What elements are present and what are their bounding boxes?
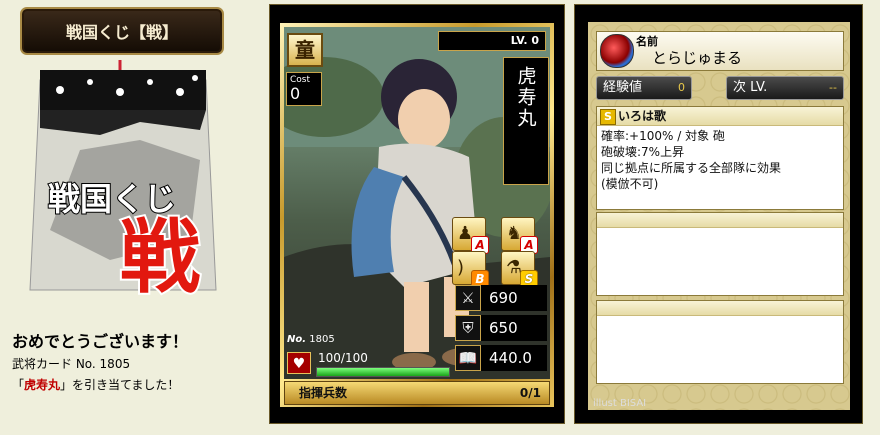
hp-bar-fill: [317, 368, 449, 376]
skill-cavalry: ♞ A: [501, 217, 538, 254]
skill-rank-badge: S: [600, 109, 616, 125]
empty-skill-slot: [596, 300, 844, 384]
kuji-card-image: 戦国くじ 戦: [20, 60, 226, 306]
exp-label: 経験値: [603, 80, 643, 95]
empty-skill-slot: [596, 212, 844, 296]
next-level-value: --: [829, 81, 837, 94]
heart-icon: ♥: [287, 352, 311, 374]
bow-icon: ): [457, 257, 465, 278]
name-reading: とらじゅまる: [652, 49, 743, 67]
strategy-icon: 📖: [455, 345, 481, 371]
exp-value: 0: [678, 81, 685, 94]
general-name-plate: 虎寿丸: [503, 57, 549, 185]
next-level-label: 次 LV.: [733, 80, 768, 95]
kuji-big-text: 戦: [120, 210, 200, 300]
hp-bar: [316, 367, 450, 377]
command-bar: 指揮兵数 0/1: [284, 381, 550, 405]
congrats-message: おめでとうございます！: [12, 332, 189, 351]
skill-name: いろは歌: [618, 109, 667, 123]
attack-icon: ⚔: [455, 285, 481, 311]
title-banner: 戦国くじ【戦】: [20, 7, 224, 55]
cost-box: Cost 0: [286, 72, 322, 106]
illustrator-credit: illust BISAI: [593, 398, 647, 409]
defense-icon: ⛨: [455, 315, 481, 341]
skill-line: 確率:+100% / 対象 砲: [601, 129, 725, 143]
card-number-line: 武将カード No. 1805: [12, 357, 131, 371]
rarity-badge: 童: [287, 33, 323, 67]
drawn-general-name[interactable]: 虎寿丸: [24, 378, 60, 392]
exp-box: 経験値 0: [596, 76, 692, 100]
skill-bow: ) B: [452, 251, 489, 288]
hp-value: 100/100: [318, 351, 368, 365]
skill-spear: ♟ A: [452, 217, 489, 254]
card-number: No. 1805: [287, 334, 335, 345]
strategy-value: 440.0: [481, 345, 547, 371]
skill-line: 同じ拠点に所属する全部隊に効果: [601, 161, 782, 175]
cost-value: 0: [290, 84, 301, 103]
draw-result-line: 「虎寿丸」を引き当てました！: [12, 378, 180, 392]
skill-line: (模倣不可): [601, 177, 659, 191]
card-level: LV. 0: [438, 31, 546, 51]
command-value: 0/1: [519, 386, 541, 400]
command-label: 指揮兵数: [299, 386, 348, 400]
attack-value: 690: [481, 285, 547, 311]
skill-gun: ⚗ S: [501, 251, 538, 288]
page-title: 戦国くじ【戦】: [65, 23, 178, 42]
defense-value: 650: [481, 315, 547, 341]
skill-line: 砲破壊:7%上昇: [601, 145, 685, 159]
next-level-box: 次 LV. --: [726, 76, 844, 100]
family-crest-icon: [600, 34, 634, 68]
